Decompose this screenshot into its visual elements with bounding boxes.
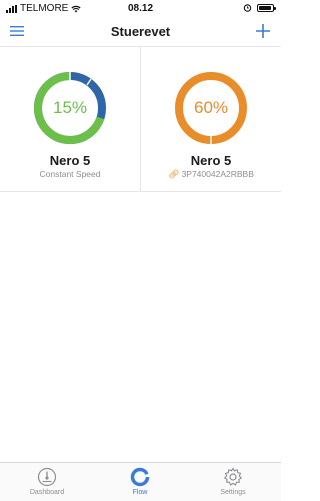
device-card-2[interactable]: 60% Nero 5 🔗︎ 3P740042A2RBBB (141, 47, 281, 191)
device-grid: 15% Nero 5 Constant Speed 60% Nero 5 🔗︎ 3… (0, 47, 281, 192)
device-serial: 3P740042A2RBBB (181, 169, 254, 179)
tab-label: Dashboard (29, 489, 65, 496)
tab-dashboard[interactable]: Dashboard (12, 467, 82, 496)
tab-label: Flow (132, 489, 148, 496)
add-icon[interactable] (255, 23, 271, 39)
device-serial-row: 🔗︎ 3P740042A2RBBB (141, 169, 281, 180)
device-card-1[interactable]: 15% Nero 5 Constant Speed (0, 47, 141, 191)
device-mode: Constant Speed (39, 169, 101, 179)
percent-label: 60% (193, 98, 229, 117)
status-right (243, 3, 276, 12)
tab-flow[interactable]: Flow (105, 467, 175, 496)
alarm-icon (243, 4, 252, 12)
link-icon: 🔗︎ (168, 169, 180, 179)
tab-settings[interactable]: Settings (198, 467, 268, 496)
flow-gauge: 15% (30, 68, 110, 148)
gear-icon (223, 467, 243, 486)
clock: 08.12 (127, 3, 154, 14)
page-title: Stuerevet (110, 24, 171, 39)
status-bar: TELMORE 08.12 (0, 0, 281, 16)
gauge-icon (37, 467, 57, 487)
flow-gauge: 60% (171, 68, 251, 148)
battery-icon (257, 3, 276, 12)
device-name: Nero 5 (49, 153, 91, 168)
percent-label: 15% (52, 98, 88, 117)
nav-bar: Stuerevet (0, 16, 281, 47)
device-name: Nero 5 (190, 153, 232, 168)
tab-bar: Dashboard Flow Settings (0, 462, 281, 501)
tab-label: Settings (220, 489, 246, 496)
flow-ring-icon (130, 467, 150, 487)
